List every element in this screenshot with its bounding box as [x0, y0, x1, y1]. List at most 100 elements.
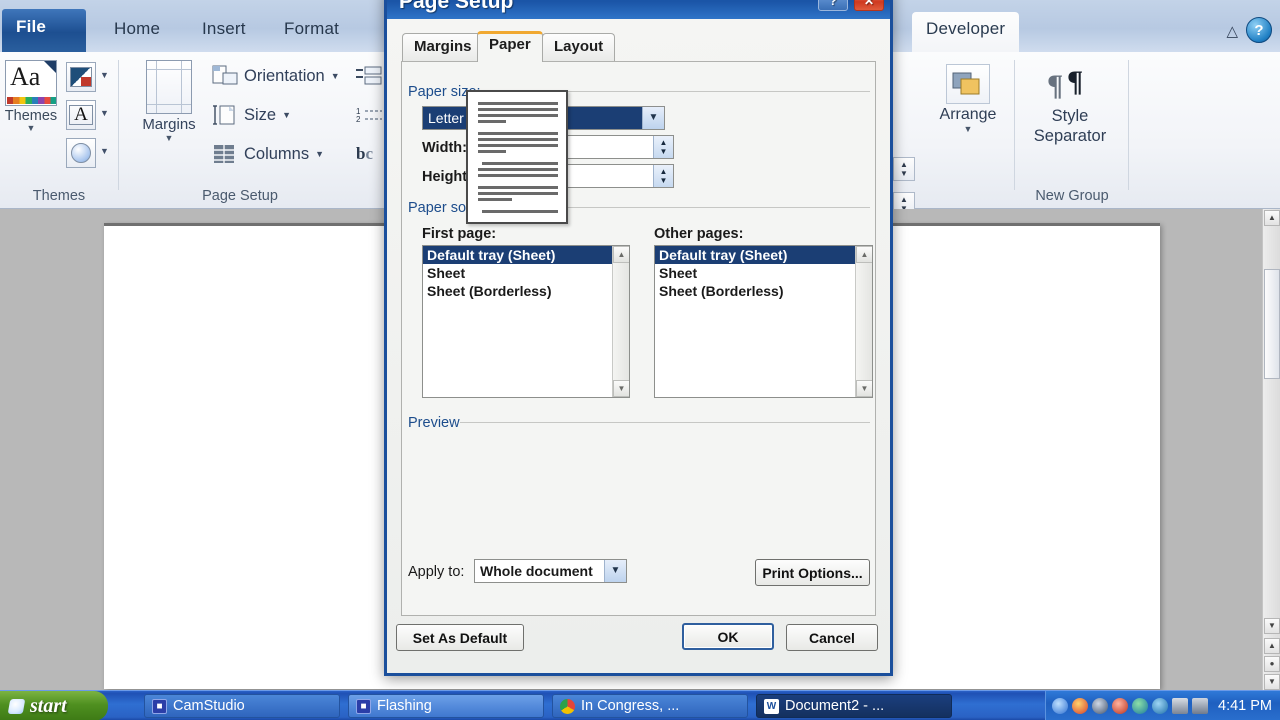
ribbon-tab-file[interactable]: File — [2, 9, 86, 52]
apply-to-select[interactable]: Whole document ▼ — [474, 559, 627, 583]
line-numbers-icon[interactable]: 1 2 — [356, 106, 384, 133]
scroll-down-icon[interactable]: ▼ — [613, 380, 629, 397]
taskbar-item-label: CamStudio — [173, 698, 245, 714]
taskbar-item-document2[interactable]: W Document2 - ... — [756, 694, 952, 718]
taskbar-clock[interactable]: 4:41 PM — [1218, 698, 1272, 714]
height-spin-buttons[interactable]: ▲ ▼ — [653, 165, 673, 187]
orientation-label: Orientation — [244, 66, 325, 85]
first-page-listbox[interactable]: Default tray (Sheet) Sheet Sheet (Border… — [422, 245, 630, 398]
list-item[interactable]: Sheet (Borderless) — [655, 282, 872, 300]
themes-button-label: Themes — [4, 108, 58, 124]
width-label: Width: — [422, 140, 467, 156]
preview-group-label: Preview — [408, 415, 460, 431]
chevron-down-icon[interactable]: ▼ — [604, 560, 626, 582]
margins-button-label: Margins — [142, 116, 196, 133]
dialog-tab-margins[interactable]: Margins — [402, 33, 484, 61]
dialog-tab-paper[interactable]: Paper — [477, 31, 543, 62]
usb-icon[interactable] — [1172, 698, 1188, 714]
other-pages-listbox[interactable]: Default tray (Sheet) Sheet Sheet (Border… — [654, 245, 873, 398]
ribbon-tab-insert[interactable]: Insert — [188, 12, 260, 52]
start-button-label: start — [30, 694, 67, 717]
theme-colors-button[interactable] — [66, 62, 96, 92]
dialog-body: Margins Paper Layout Paper size: Letter … — [387, 19, 890, 673]
print-options-button[interactable]: Print Options... — [755, 559, 870, 586]
size-label: Size — [244, 105, 277, 124]
monitor-icon[interactable] — [1192, 698, 1208, 714]
taskbar-item-flashing[interactable]: ■ Flashing — [348, 694, 544, 718]
taskbar-item-in-congress[interactable]: In Congress, ... — [552, 694, 748, 718]
scroll-up-icon[interactable]: ▲ — [856, 246, 872, 263]
ribbon-tab-developer[interactable]: Developer — [912, 12, 1020, 52]
volume-icon[interactable] — [1112, 698, 1128, 714]
chevron-down-icon[interactable]: ▼ — [642, 107, 664, 129]
ribbon-group-new-group: ¶ ¶ Style Separator New Group — [1016, 52, 1128, 209]
theme-fonts-icon: A — [69, 105, 93, 125]
theme-effects-button[interactable] — [66, 138, 96, 168]
ribbon-tab-home-label: Home — [114, 19, 161, 38]
themes-gallery-button[interactable]: Aa Themes ▼ — [2, 60, 60, 133]
arrange-chevron-down-icon[interactable]: ▼ — [930, 124, 1006, 134]
width-spin-buttons[interactable]: ▲ ▼ — [653, 136, 673, 158]
hyphenation-icon[interactable]: bc — [356, 144, 373, 164]
list-item[interactable]: Sheet — [655, 264, 872, 282]
set-as-default-button[interactable]: Set As Default — [396, 624, 524, 651]
style-separator-button[interactable]: ¶ ¶ Style Separator — [1020, 64, 1120, 146]
themes-fold-icon — [44, 61, 56, 73]
close-icon[interactable]: ✕ — [854, 0, 884, 11]
previous-page-icon[interactable]: ▲ — [1264, 638, 1280, 654]
columns-chevron-down-icon[interactable]: ▼ — [315, 149, 324, 159]
scroll-down-icon[interactable]: ▼ — [1264, 618, 1280, 634]
size-chevron-down-icon[interactable]: ▼ — [282, 110, 291, 120]
help-question-icon[interactable]: ? — [1246, 17, 1272, 43]
theme-fonts-chevron-down-icon[interactable]: ▼ — [100, 108, 109, 118]
shield-icon[interactable] — [1132, 698, 1148, 714]
dialog-help-icon[interactable]: ? — [818, 0, 848, 11]
ribbon-group-arrange: Arrange ▼ — [922, 52, 1014, 209]
list-item[interactable]: Default tray (Sheet) — [423, 246, 629, 264]
antivirus-icon[interactable] — [1072, 698, 1088, 714]
dialog-tab-layout[interactable]: Layout — [542, 33, 616, 61]
show-hidden-icons[interactable] — [1052, 698, 1068, 714]
ribbon-group-page-setup-label: Page Setup — [202, 188, 278, 204]
select-browse-object-icon[interactable]: ● — [1264, 656, 1280, 672]
scroll-down-icon[interactable]: ▼ — [856, 380, 872, 397]
first-page-scrollbar[interactable]: ▲ ▼ — [612, 246, 629, 397]
theme-effects-chevron-down-icon[interactable]: ▼ — [100, 146, 109, 156]
position-stepper-1[interactable]: ▲ ▼ — [893, 157, 915, 181]
network-icon[interactable] — [1092, 698, 1108, 714]
margins-chevron-down-icon[interactable]: ▼ — [132, 133, 206, 143]
style-separator-label: Style Separator — [1033, 107, 1107, 145]
taskbar-item-label: Flashing — [377, 698, 432, 714]
chevron-down-icon[interactable]: ▼ — [2, 124, 60, 133]
taskbar-item-camstudio[interactable]: ■ CamStudio — [144, 694, 340, 718]
list-item[interactable]: Sheet (Borderless) — [423, 282, 629, 300]
orientation-chevron-down-icon[interactable]: ▼ — [331, 71, 340, 81]
start-button[interactable]: start — [0, 691, 108, 720]
scroll-up-icon[interactable]: ▲ — [613, 246, 629, 263]
orientation-button[interactable]: Orientation ▼ — [212, 64, 340, 88]
ribbon-tab-format[interactable]: Format — [270, 12, 353, 52]
chevron-up-icon[interactable]: △ — [1226, 22, 1238, 40]
ok-button[interactable]: OK — [682, 623, 774, 650]
dialog-title-bar[interactable]: Page Setup ? ✕ — [387, 0, 890, 19]
theme-fonts-button[interactable]: A — [66, 100, 96, 130]
next-page-icon[interactable]: ▼ — [1264, 674, 1280, 690]
list-item[interactable]: Default tray (Sheet) — [655, 246, 872, 264]
list-item[interactable]: Sheet — [423, 264, 629, 282]
scroll-up-icon[interactable]: ▲ — [1264, 210, 1280, 226]
columns-button[interactable]: Columns ▼ — [212, 142, 324, 166]
size-button[interactable]: Size ▼ — [212, 103, 291, 127]
theme-colors-chevron-down-icon[interactable]: ▼ — [100, 70, 109, 80]
other-pages-scrollbar[interactable]: ▲ ▼ — [855, 246, 872, 397]
document-vertical-scrollbar[interactable]: ▲ ▼ ▲ ● ▼ — [1262, 209, 1280, 690]
ribbon-group-divider — [118, 60, 119, 190]
arrange-button[interactable]: Arrange ▼ — [930, 64, 1006, 134]
cancel-button[interactable]: Cancel — [786, 624, 878, 651]
dialog-title-text: Page Setup — [399, 0, 514, 13]
cancel-label: Cancel — [809, 629, 855, 646]
breaks-icon[interactable] — [356, 66, 384, 93]
globe-icon[interactable] — [1152, 698, 1168, 714]
margins-button[interactable]: Margins ▼ — [132, 60, 206, 143]
ribbon-tab-home[interactable]: Home — [100, 12, 174, 52]
scrollbar-thumb[interactable] — [1264, 269, 1280, 379]
